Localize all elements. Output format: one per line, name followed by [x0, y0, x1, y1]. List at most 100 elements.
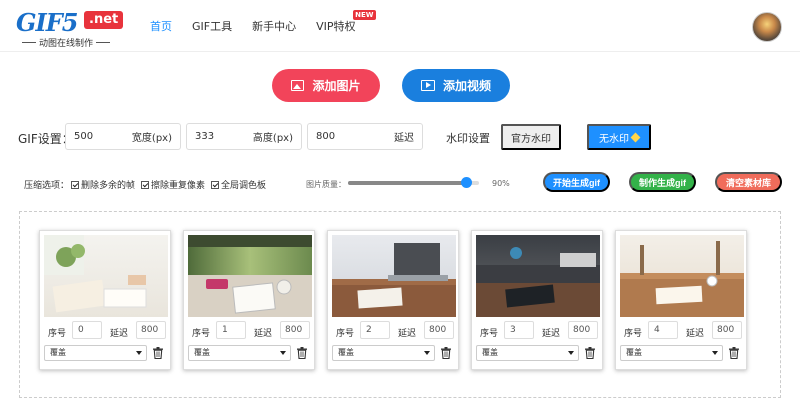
trash-icon[interactable]: [441, 347, 451, 359]
compression-title: 压缩选项：: [24, 181, 70, 191]
start-generate-button[interactable]: 开始生成gif: [543, 172, 610, 192]
image-icon: [291, 80, 305, 91]
frame-delay-input[interactable]: 800: [136, 321, 166, 339]
quality-slider[interactable]: [348, 177, 479, 188]
frame-mode-select[interactable]: 覆盖: [476, 345, 579, 361]
delay-value: 800: [316, 131, 336, 142]
avatar[interactable]: [752, 12, 782, 42]
option-remove-frames[interactable]: 删除多余的帧: [71, 178, 135, 191]
main-nav: 首页 GIF工具 新手中心 VIP特权 NEW: [150, 10, 376, 34]
frame-mode-row: 覆盖: [40, 345, 172, 361]
seq-label: 序号: [480, 329, 499, 339]
frame-settings-row: 序号 3 延迟 800: [472, 321, 604, 339]
frame-delay-input[interactable]: 800: [712, 321, 742, 339]
height-unit: 高度(px): [252, 133, 293, 144]
logo-subtitle-text: 动图在线制作: [38, 39, 93, 49]
frame-delay-input[interactable]: 800: [424, 321, 454, 339]
frame-settings-row: 序号 0 延迟 800: [40, 321, 172, 339]
frame-delay-input[interactable]: 800: [568, 321, 598, 339]
option-label: 擦除重复像素: [151, 181, 206, 191]
nav-vip[interactable]: VIP特权 NEW: [316, 10, 376, 34]
seq-input[interactable]: 0: [72, 321, 102, 339]
add-image-button[interactable]: 添加图片: [272, 69, 380, 102]
delay-label: 延迟: [686, 329, 705, 339]
frame-mode-select[interactable]: 覆盖: [44, 345, 147, 361]
option-label: 全局调色板: [221, 181, 267, 191]
trash-icon[interactable]: [153, 347, 163, 359]
logo-subtitle: 动图在线制作: [16, 36, 116, 49]
width-unit: 宽度(px): [131, 133, 172, 144]
frame-thumbnail: [44, 235, 168, 317]
checkbox-remove-frames[interactable]: [71, 180, 80, 189]
seq-input[interactable]: 4: [648, 321, 678, 339]
frame-settings-row: 序号 2 延迟 800: [328, 321, 460, 339]
frame-mode-row: 覆盖: [184, 345, 316, 361]
seq-label: 序号: [192, 329, 211, 339]
quality-value: 90%: [492, 179, 510, 188]
delay-label: 延迟: [542, 329, 561, 339]
checkbox-erase-pixels[interactable]: [141, 180, 150, 189]
frame-mode-select[interactable]: 覆盖: [188, 345, 291, 361]
height-value: 333: [195, 131, 215, 142]
header: GIF5 .net 动图在线制作 首页 GIF工具 新手中心 VIP特权 NEW: [0, 0, 800, 52]
frame-card[interactable]: 序号 0 延迟 800 覆盖: [39, 230, 171, 370]
logo-text: GIF5: [16, 8, 78, 37]
add-video-button[interactable]: 添加视频: [402, 69, 510, 102]
delay-label: 延迟: [398, 329, 417, 339]
frame-thumbnail: [476, 235, 600, 317]
trash-icon[interactable]: [585, 347, 595, 359]
frame-card[interactable]: 序号 2 延迟 800 覆盖: [327, 230, 459, 370]
film-icon: [420, 80, 435, 91]
nav-gif-tools[interactable]: GIF工具: [192, 18, 232, 34]
frame-mode-row: 覆盖: [616, 345, 748, 361]
nav-vip-label: VIP特权: [316, 20, 356, 33]
compression-options: 压缩选项： 删除多余的帧 擦除重复像素 全局调色板: [24, 178, 272, 191]
seq-input[interactable]: 1: [216, 321, 246, 339]
height-input[interactable]: 333 高度(px): [186, 123, 302, 150]
frame-card[interactable]: 序号 4 延迟 800 覆盖: [615, 230, 747, 370]
frame-card[interactable]: 序号 1 延迟 800 覆盖: [183, 230, 315, 370]
delay-label: 延迟: [254, 329, 273, 339]
seq-label: 序号: [336, 329, 355, 339]
slider-thumb[interactable]: [460, 177, 472, 188]
nav-home[interactable]: 首页: [150, 18, 172, 34]
delay-input[interactable]: 800 延迟: [307, 123, 423, 150]
frame-thumbnail: [332, 235, 456, 317]
seq-input[interactable]: 2: [360, 321, 390, 339]
clear-library-button[interactable]: 清空素材库: [715, 172, 782, 192]
frame-card[interactable]: 序号 3 延迟 800 覆盖: [471, 230, 603, 370]
no-watermark-button[interactable]: 无水印: [587, 124, 651, 150]
frame-delay-input[interactable]: 800: [280, 321, 310, 339]
seq-label: 序号: [48, 329, 67, 339]
delay-label: 延迟: [110, 329, 129, 339]
logo-net-badge: .net: [84, 11, 124, 29]
width-input[interactable]: 500 宽度(px): [65, 123, 181, 150]
seq-input[interactable]: 3: [504, 321, 534, 339]
frames-area: 序号 0 延迟 800 覆盖 序号 1 延迟 800 覆盖 序号 2 延迟 800 覆盖 序号 3 延迟 800 覆盖…: [19, 211, 781, 398]
diamond-icon: [630, 132, 641, 142]
frame-settings-row: 序号 4 延迟 800: [616, 321, 748, 339]
frame-thumbnail: [188, 235, 312, 317]
official-watermark-button[interactable]: 官方水印: [501, 124, 561, 150]
seq-label: 序号: [624, 329, 643, 339]
create-gif-button[interactable]: 制作生成gif: [629, 172, 696, 192]
add-image-label: 添加图片: [312, 79, 361, 93]
no-watermark-label: 无水印: [599, 133, 629, 145]
watermark-label: 水印设置: [446, 132, 490, 145]
frame-mode-select[interactable]: 覆盖: [332, 345, 435, 361]
slider-fill: [348, 181, 466, 185]
frame-mode-select[interactable]: 覆盖: [620, 345, 723, 361]
quality-label: 图片质量：: [306, 180, 346, 189]
new-badge: NEW: [353, 10, 376, 20]
frame-settings-row: 序号 1 延迟 800: [184, 321, 316, 339]
nav-beginner-center[interactable]: 新手中心: [252, 18, 296, 34]
option-erase-pixels[interactable]: 擦除重复像素: [141, 178, 205, 191]
trash-icon[interactable]: [729, 347, 739, 359]
frame-mode-row: 覆盖: [328, 345, 460, 361]
option-global-palette[interactable]: 全局调色板: [211, 178, 266, 191]
width-value: 500: [74, 131, 94, 142]
site-logo[interactable]: GIF5 .net 动图在线制作: [16, 8, 124, 49]
add-video-label: 添加视频: [442, 79, 491, 93]
trash-icon[interactable]: [297, 347, 307, 359]
checkbox-global-palette[interactable]: [211, 180, 220, 189]
